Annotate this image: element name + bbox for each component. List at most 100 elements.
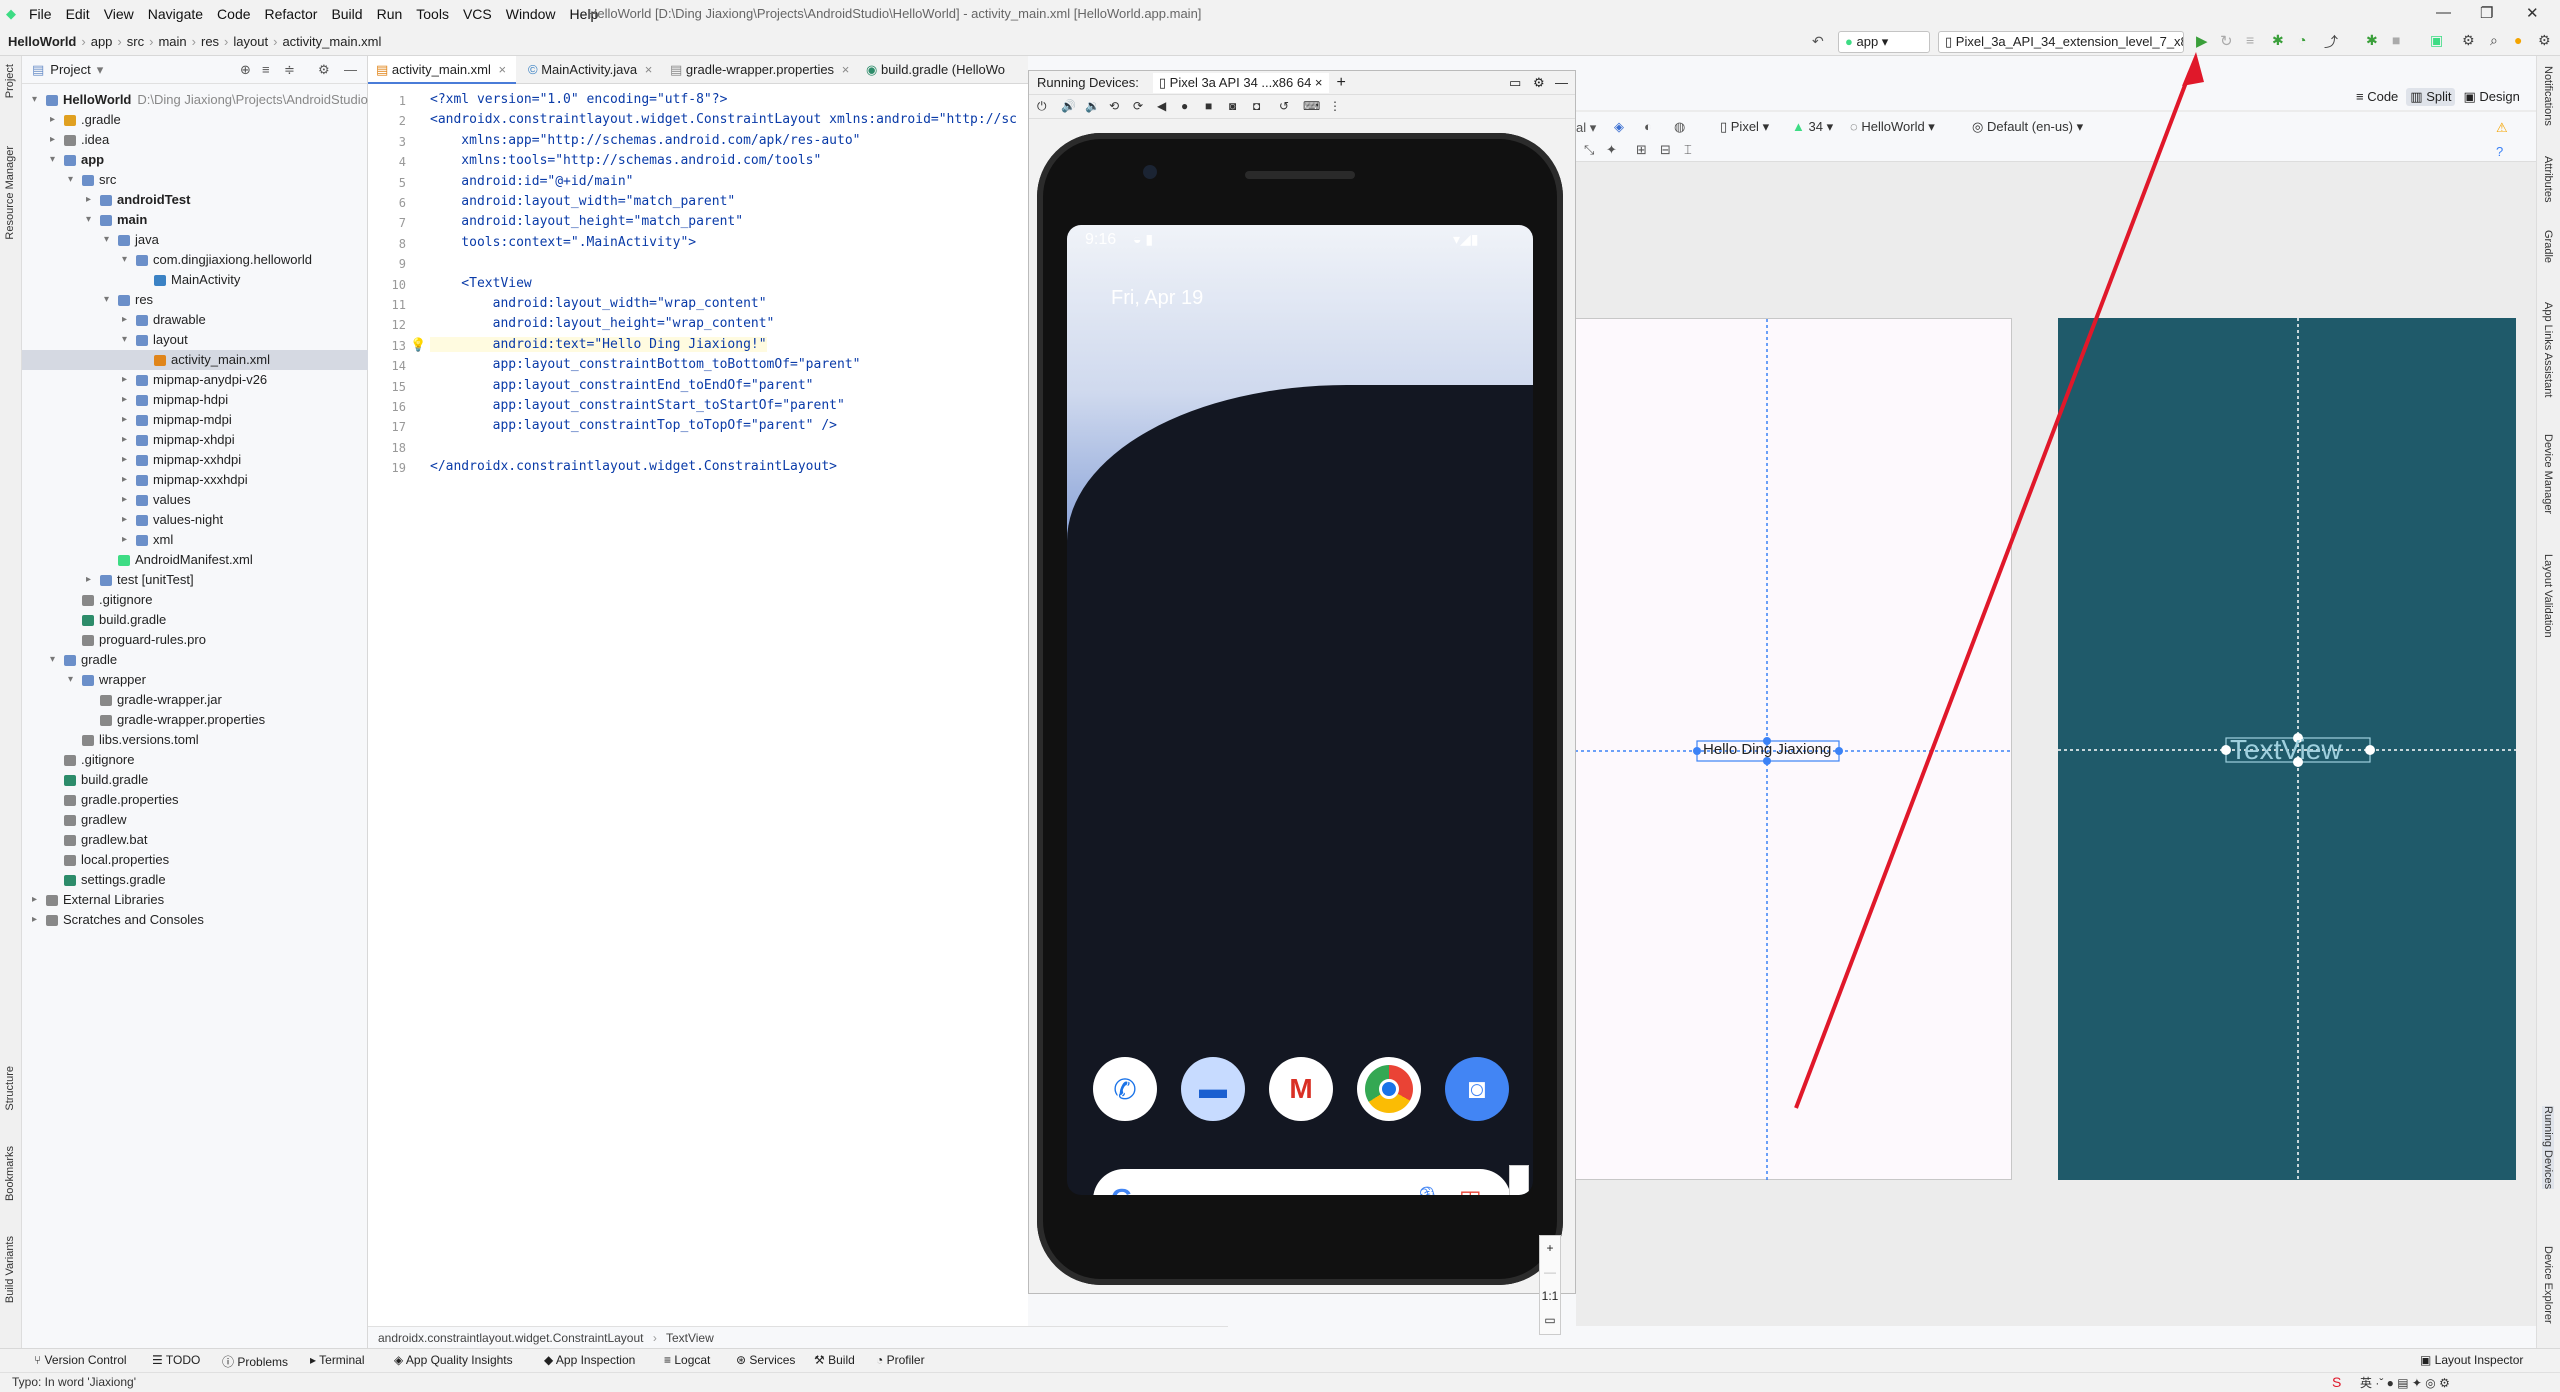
snapshot-icon[interactable]: ↺ [1279,99,1289,113]
menu-tools[interactable]: Tools [409,6,456,22]
chevron-icon[interactable]: ▾ [50,650,60,670]
chevron-icon[interactable]: ▸ [122,470,132,490]
tree-item[interactable]: ▸ drawable [22,310,368,330]
tool-device-manager[interactable]: Device Manager [2542,434,2554,514]
menu-refactor[interactable]: Refactor [258,6,325,22]
run-icon[interactable]: ▶ [2196,32,2208,50]
tool-resource-manager[interactable]: Resource Manager [4,146,16,240]
close-tab-icon[interactable]: × [842,62,850,77]
chevron-icon[interactable]: ▾ [50,150,60,170]
tool-app-quality[interactable]: ◈ App Quality Insights [394,1353,513,1367]
mic-icon[interactable]: 🎙 [1413,1185,1443,1195]
code-line[interactable]: android:id="@+id/main" [430,174,633,189]
tree-item[interactable]: ▾ res [22,290,368,310]
tree-item[interactable]: gradlew [22,810,368,830]
record-icon[interactable]: ◘ [1253,99,1260,113]
chevron-icon[interactable]: ▸ [32,910,42,930]
chevron-icon[interactable]: ▸ [122,430,132,450]
tool-device-explorer[interactable]: Device Explorer [2542,1246,2554,1324]
zoom-fit-icon[interactable]: ▭ [1540,1308,1560,1332]
tool-logcat[interactable]: ≡ Logcat [664,1353,710,1367]
close-icon[interactable]: ✕ [2526,4,2539,22]
breadcrumb-main[interactable]: main [158,34,186,49]
tool-todo[interactable]: ☰ TODO [152,1353,200,1367]
locale-select[interactable]: ◎ Default (en-us) ▾ [1972,119,2083,135]
menu-navigate[interactable]: Navigate [141,6,210,22]
tree-item[interactable]: ▸ androidTest [22,190,368,210]
chevron-icon[interactable]: ▸ [122,530,132,550]
close-tab-icon[interactable]: × [499,62,507,77]
tree-item[interactable]: ▾ com.dingjiaxiong.helloworld [22,250,368,270]
tree-item[interactable]: ▾ HelloWorld D:\Ding Jiaxiong\Projects\And… [22,90,435,110]
tree-item[interactable]: ▸ External Libraries [22,890,368,910]
menu-build[interactable]: Build [324,6,369,22]
tree-item[interactable]: MainActivity [22,270,368,290]
rerun-icon[interactable]: ↻ [2220,32,2233,50]
tab-gradle-wrapper[interactable]: ▤ gradle-wrapper.properties × [662,56,854,84]
phone-app-icon[interactable]: ✆ [1093,1057,1157,1121]
pan-icon[interactable]: ⤡ [1584,142,1594,158]
apply-changes-icon[interactable]: ≡ [2246,32,2254,48]
menu-code[interactable]: Code [210,6,257,22]
sync-icon[interactable]: ✱ [2366,32,2378,49]
tree-item[interactable]: ▸ .idea [22,130,368,150]
gear-icon[interactable]: ⚙ [2538,32,2551,49]
screenshot-icon[interactable]: ◙ [1229,99,1236,113]
code-line[interactable]: android:layout_width="wrap_content" [430,296,767,311]
magic-icon[interactable]: ✦ [1606,142,1617,158]
chevron-icon[interactable]: ▸ [32,890,42,910]
device-select-design[interactable]: ▯ Pixel ▾ [1720,119,1769,135]
warning-icon[interactable]: ⚠ [2496,120,2508,136]
profile-icon[interactable]: ◔ [2298,32,2306,48]
hide-icon[interactable]: — [344,62,357,77]
tree-item[interactable]: ▾ wrapper [22,670,368,690]
chrome-app-icon[interactable] [1357,1057,1421,1121]
update-icon[interactable]: ● [2514,32,2522,48]
editor-breadcrumb-leaf[interactable]: TextView [666,1331,714,1345]
chevron-icon[interactable]: ▸ [86,190,96,210]
tab-build-gradle[interactable]: ◉ build.gradle (HelloWo [858,56,1028,84]
chevron-icon[interactable]: ▸ [122,510,132,530]
chevron-icon[interactable]: ▸ [122,310,132,330]
tree-item[interactable]: ▸ xml [22,530,368,550]
tree-item[interactable]: gradlew.bat [22,830,368,850]
tree-item[interactable]: proguard-rules.pro [22,630,368,650]
tool-bookmarks[interactable]: Bookmarks [4,1146,16,1201]
lens-icon[interactable]: ◫ [1459,1185,1482,1195]
tool-app-links[interactable]: App Links Assistant [2542,302,2554,397]
margin-icon[interactable]: ⊞ [1636,142,1647,158]
tool-project[interactable]: Project [4,64,16,98]
tree-item[interactable]: gradle-wrapper.jar [22,690,368,710]
chevron-icon[interactable]: ▾ [104,290,114,310]
more-icon[interactable]: ⋮ [1329,99,1341,113]
zoom-in-icon[interactable]: + [1540,1236,1560,1260]
volume-up-icon[interactable]: 🔊 [1061,99,1076,113]
chevron-icon[interactable]: ▸ [50,110,60,130]
phone-screen[interactable]: 9:16 ◒ ▮ ▾◢▮ Fri, Apr 19 ✆ ▬ M ◙ G 🎙 ◫ [1067,225,1533,1195]
attach-debugger-icon[interactable]: ⤴ [2324,32,2338,52]
tree-item[interactable]: settings.gradle [22,870,368,890]
blueprint-canvas[interactable]: TextView [2058,318,2516,1180]
maximize-icon[interactable]: ❐ [2480,4,2493,22]
close-tab-icon[interactable]: × [645,62,653,77]
tree-item[interactable]: ▾ app [22,150,368,170]
chevron-icon[interactable]: ▾ [122,250,132,270]
design-canvas[interactable]: Hello Ding Jiaxiong [1574,318,2013,1181]
power-icon[interactable]: ⏻ [1037,99,1047,114]
back-icon[interactable]: ◀ [1157,99,1166,113]
mode-split[interactable]: ▥ Split [2406,88,2456,106]
status-message[interactable]: Typo: In word 'Jiaxiong' [12,1375,136,1389]
add-device-icon[interactable]: + [1337,74,1346,92]
chevron-icon[interactable]: ▸ [122,370,132,390]
tree-item[interactable]: ▸ mipmap-hdpi [22,390,368,410]
zoom-actual-size[interactable]: 1:1 [1540,1284,1560,1308]
tree-item[interactable]: ▸ mipmap-xhdpi [22,430,368,450]
collapse-all-icon[interactable]: ≑ [284,62,295,78]
chevron-icon[interactable]: ▾ [104,230,114,250]
overview-icon[interactable]: ■ [1205,99,1212,113]
tree-item[interactable]: .gitignore [22,590,368,610]
menu-vcs[interactable]: VCS [456,6,499,22]
rotate-right-icon[interactable]: ⟳ [1133,99,1143,113]
chevron-icon[interactable]: ▾ [86,210,96,230]
chevron-icon[interactable]: ▸ [122,410,132,430]
